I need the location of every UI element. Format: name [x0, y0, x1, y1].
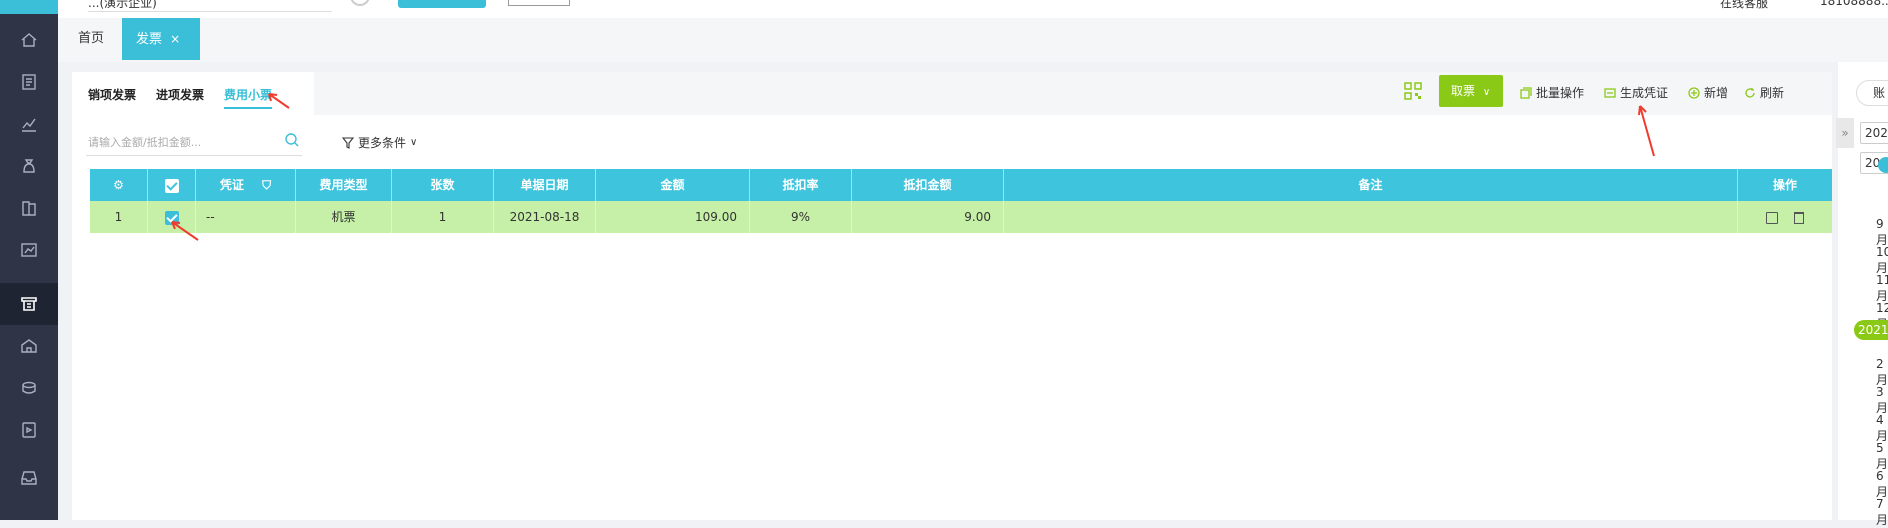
expense-table: ⚙ 凭证 ⛉ 费用类型 张数 单据日期 金额 抵扣率 抵扣金额 备注 操作 1 … — [90, 169, 1832, 233]
plus-circle-icon — [1688, 86, 1700, 99]
annotation-arrow — [268, 93, 290, 109]
money-bag-icon[interactable] — [17, 154, 41, 178]
sidebar — [0, 0, 58, 520]
chevron-down-icon: ∨ — [410, 137, 418, 148]
voucher-icon[interactable] — [17, 70, 41, 94]
row-voucher[interactable]: -- — [196, 201, 296, 233]
salary-icon[interactable] — [17, 376, 41, 400]
generate-voucher-label: 生成凭证 — [1620, 86, 1669, 100]
month-item[interactable]: 3月 — [1876, 385, 1888, 416]
header-date: 单据日期 — [494, 169, 596, 201]
row-date: 2021-08-18 — [494, 201, 596, 233]
logo — [0, 0, 58, 14]
add-button[interactable]: 新增 — [1688, 84, 1728, 101]
row-actions — [1738, 201, 1832, 233]
header-voucher: 凭证 ⛉ — [196, 169, 296, 201]
user-account[interactable]: 18108888... — [1820, 0, 1888, 8]
month-item[interactable]: 2月 — [1876, 357, 1888, 388]
tab-home[interactable]: 首页 — [64, 18, 118, 60]
ledger-tab[interactable]: 账 — [1856, 80, 1888, 106]
annotation-arrow — [1638, 105, 1655, 157]
asset-icon[interactable] — [17, 334, 41, 358]
top-select[interactable] — [508, 0, 570, 6]
header-count: 张数 — [392, 169, 494, 201]
month-item[interactable]: 5月 — [1876, 441, 1888, 472]
subtab-sales-invoice[interactable]: 销项发票 — [88, 86, 136, 103]
row-deduct-amount: 9.00 — [852, 201, 1004, 233]
refresh-icon — [1745, 87, 1755, 98]
generate-voucher-button[interactable]: 生成凭证 — [1604, 84, 1668, 101]
tax-icon[interactable] — [17, 418, 41, 442]
period-panel: 账 » 2021 2021 9月 10月 11月 12月 2021 2月 3月 … — [1836, 62, 1888, 527]
row-amount: 109.00 — [596, 201, 750, 233]
chevron-down-icon: ∨ — [1482, 87, 1491, 98]
close-icon[interactable]: × — [170, 32, 180, 46]
home-icon[interactable] — [17, 28, 41, 52]
search-icon[interactable] — [284, 132, 300, 148]
row-expense-type: 机票 — [296, 201, 392, 233]
tab-invoice[interactable]: 发票 × — [122, 18, 200, 60]
row-count: 1 — [392, 201, 494, 233]
table-header: ⚙ 凭证 ⛉ 费用类型 张数 单据日期 金额 抵扣率 抵扣金额 备注 操作 — [90, 169, 1832, 201]
timeline-icon — [1878, 157, 1888, 173]
month-item[interactable]: 4月 — [1876, 413, 1888, 444]
batch-operation-button[interactable]: 批量操作 — [1520, 84, 1584, 101]
refresh-button[interactable]: 刷新 — [1744, 84, 1784, 101]
expand-icon[interactable]: » — [1836, 118, 1854, 148]
period-start-input[interactable]: 2021 — [1860, 122, 1888, 144]
month-item[interactable]: 9月 — [1876, 217, 1888, 248]
report-icon[interactable] — [17, 112, 41, 136]
search-placeholder: 请输入金额/抵扣金额... — [88, 136, 202, 149]
month-item[interactable]: 6月 — [1876, 469, 1888, 500]
qrcode-icon[interactable] — [1404, 82, 1422, 100]
header-deduct-rate: 抵扣率 — [750, 169, 852, 201]
more-conditions-button[interactable]: 更多条件 ∨ — [342, 134, 417, 151]
online-service-link[interactable]: 在线客服 — [1720, 0, 1768, 11]
header-amount: 金额 — [596, 169, 750, 201]
invoice-subtabs: 销项发票 进项发票 费用小票 取票 ∨ 批量操作 生成凭证 新增 刷新 — [72, 72, 1832, 115]
refresh-label: 刷新 — [1760, 86, 1785, 100]
top-action-button[interactable] — [398, 0, 486, 8]
row-index: 1 — [90, 201, 148, 233]
settings-icon[interactable]: ⚙ — [90, 169, 148, 201]
company-name[interactable]: ...(演示企业) — [88, 0, 332, 12]
get-ticket-button[interactable]: 取票 ∨ — [1439, 75, 1503, 107]
top-bar: ...(演示企业) 在线客服 18108888... — [58, 0, 1888, 18]
batch-icon — [1520, 86, 1532, 99]
ledger-icon[interactable] — [17, 196, 41, 220]
month-item[interactable]: 7月 — [1876, 497, 1888, 528]
header-expense-type: 费用类型 — [296, 169, 392, 201]
invoice-icon[interactable] — [17, 292, 41, 316]
delete-icon[interactable] — [1793, 211, 1804, 224]
subtab-purchase-invoice[interactable]: 进项发票 — [156, 86, 204, 103]
inbox-icon[interactable] — [17, 466, 41, 490]
main-content: 销项发票 进项发票 费用小票 取票 ∨ 批量操作 生成凭证 新增 刷新 请输入金… — [72, 72, 1832, 520]
header-action: 操作 — [1772, 178, 1797, 192]
add-label: 新增 — [1704, 86, 1729, 100]
tab-invoice-label: 发票 — [136, 32, 163, 47]
row-remark — [1004, 201, 1738, 233]
select-all-checkbox[interactable] — [148, 169, 196, 201]
month-item[interactable]: 10月 — [1876, 245, 1888, 276]
month-item[interactable]: 11月 — [1876, 273, 1888, 304]
annotation-arrow — [171, 221, 199, 241]
batch-operation-label: 批量操作 — [1536, 86, 1585, 100]
year-badge[interactable]: 2021 — [1854, 320, 1888, 340]
view-icon[interactable] — [1766, 211, 1779, 224]
get-ticket-label: 取票 — [1451, 84, 1476, 98]
table-row[interactable]: 1 -- 机票 1 2021-08-18 109.00 9% 9.00 — [90, 201, 1832, 233]
header-remark: 备注 — [1004, 169, 1738, 201]
search-input[interactable]: 请输入金额/抵扣金额... — [86, 126, 302, 156]
voucher-gen-icon — [1604, 87, 1616, 98]
header-deduct-amount: 抵扣金额 — [852, 169, 1004, 201]
switch-icon[interactable] — [350, 0, 370, 6]
filter-icon — [342, 136, 354, 149]
page-tab-bar: 首页 发票 × — [58, 18, 1888, 62]
row-deduct-rate: 9% — [750, 201, 852, 233]
funnel-icon[interactable]: ⛉ — [262, 178, 271, 192]
more-conditions-label: 更多条件 — [358, 136, 407, 150]
analytics-icon[interactable] — [17, 238, 41, 262]
